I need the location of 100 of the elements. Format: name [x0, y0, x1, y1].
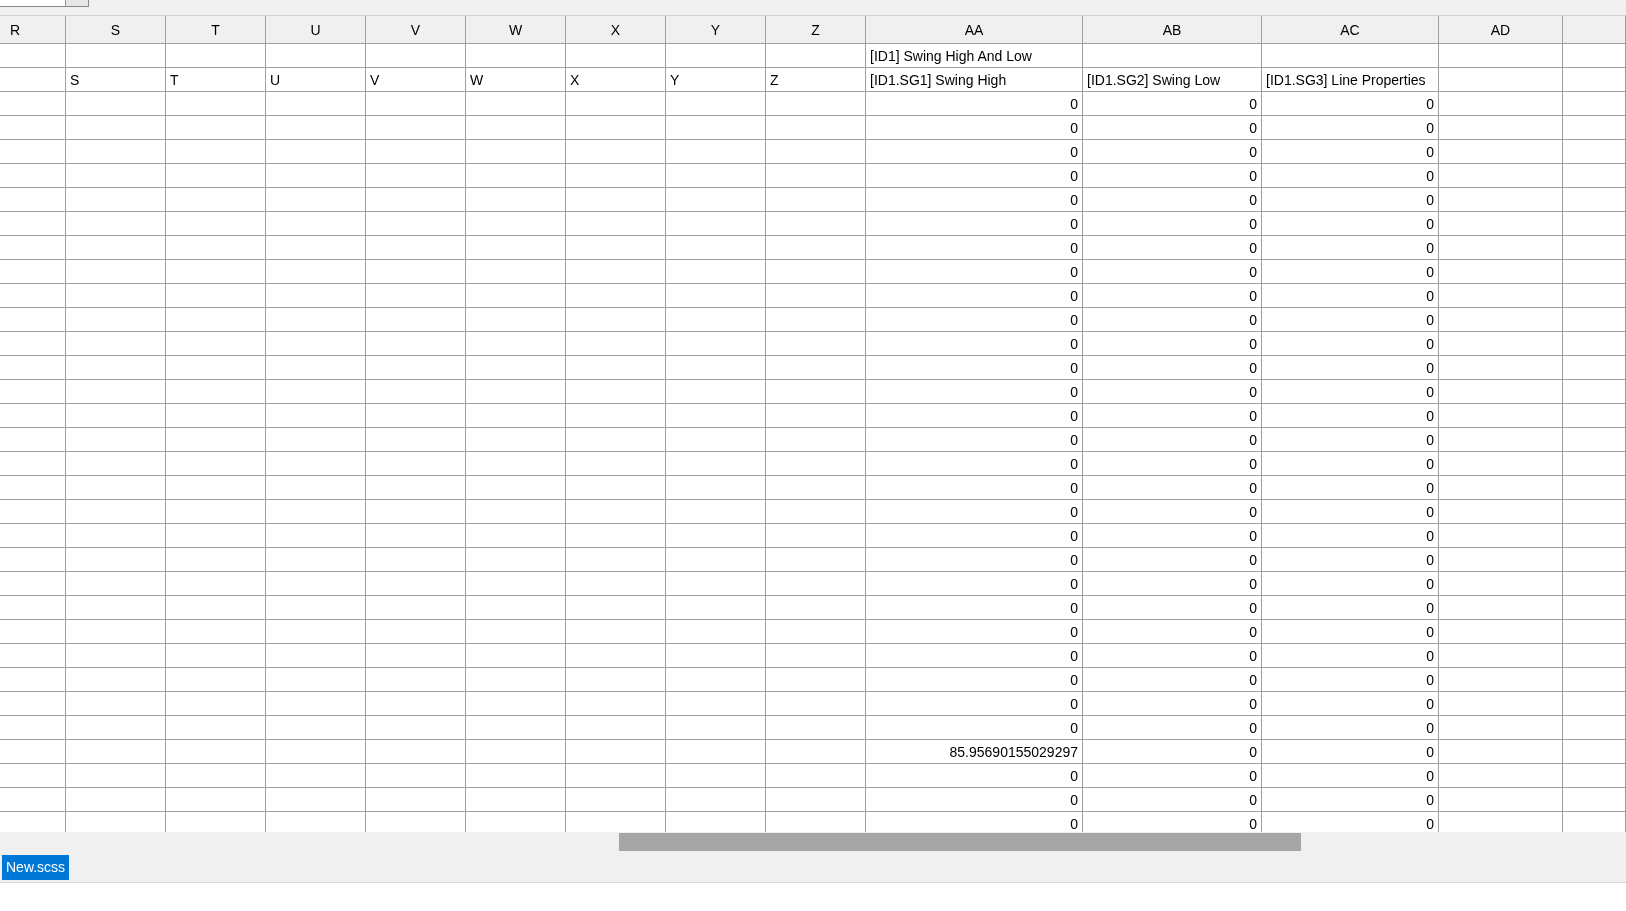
table-cell [1563, 452, 1626, 476]
table-cell: 0 [1262, 284, 1439, 308]
table-cell: 0 [866, 356, 1083, 380]
table-cell [1563, 308, 1626, 332]
table-cell [0, 692, 66, 716]
table-cell: [ID1.SG1] Swing High [866, 68, 1083, 92]
table-cell: 0 [1262, 236, 1439, 260]
table-cell [0, 140, 66, 164]
table-cell [1563, 788, 1626, 812]
table-cell: 0 [1262, 140, 1439, 164]
table-cell: 0 [866, 164, 1083, 188]
table-cell: 0 [866, 284, 1083, 308]
table-cell: 0 [1083, 188, 1262, 212]
sheet-tab[interactable]: New.scss [2, 854, 70, 880]
table-cell: 0 [1262, 476, 1439, 500]
column-header[interactable]: Z [766, 16, 866, 44]
dropdown-button[interactable] [65, 0, 88, 6]
table-cell: 0 [1262, 308, 1439, 332]
table-cell: [ID1] Swing High And Low [866, 44, 1083, 68]
table-cell: 0 [866, 428, 1083, 452]
table-cell [1563, 212, 1626, 236]
table-cell [0, 764, 66, 788]
table-cell: 0 [1083, 644, 1262, 668]
column-header[interactable]: AD [1439, 16, 1563, 44]
column-header[interactable] [1563, 16, 1626, 44]
table-cell: 0 [1262, 260, 1439, 284]
table-cell: 0 [1083, 380, 1262, 404]
table-cell: 0 [1083, 572, 1262, 596]
table-cell [1563, 356, 1626, 380]
scrollbar-thumb[interactable] [619, 833, 1301, 851]
table-cell [0, 188, 66, 212]
table-cell [0, 524, 66, 548]
table-cell [0, 332, 66, 356]
table-cell [1563, 548, 1626, 572]
table-cell [1563, 740, 1626, 764]
table-cell: 0 [1083, 356, 1262, 380]
table-cell: 0 [1262, 764, 1439, 788]
column-header[interactable]: Y [666, 16, 766, 44]
table-cell: 0 [1083, 308, 1262, 332]
table-cell: 0 [1083, 260, 1262, 284]
table-cell: 0 [866, 716, 1083, 740]
table-cell [1563, 140, 1626, 164]
table-cell: 0 [866, 668, 1083, 692]
table-cell: 0 [1083, 524, 1262, 548]
table-cell: 0 [866, 452, 1083, 476]
table-cell [1563, 644, 1626, 668]
column-header[interactable]: T [166, 16, 266, 44]
column-header[interactable]: AC [1262, 16, 1439, 44]
name-box[interactable] [0, 0, 89, 7]
table-cell: 0 [1083, 404, 1262, 428]
table-cell: 0 [866, 572, 1083, 596]
column-header[interactable]: AA [866, 16, 1083, 44]
table-cell: 0 [1083, 716, 1262, 740]
table-cell [0, 740, 66, 764]
table-cell: 0 [866, 212, 1083, 236]
table-cell: T [166, 68, 266, 92]
table-cell: 0 [1262, 188, 1439, 212]
table-cell: 0 [1083, 500, 1262, 524]
table-cell: 0 [1262, 164, 1439, 188]
table-cell [0, 404, 66, 428]
table-cell: 0 [866, 260, 1083, 284]
table-cell [0, 716, 66, 740]
table-cell [1563, 332, 1626, 356]
table-cell: 0 [1083, 668, 1262, 692]
column-header[interactable]: S [66, 16, 166, 44]
table-cell: 0 [866, 188, 1083, 212]
table-cell: 0 [1262, 644, 1439, 668]
table-cell [1563, 164, 1626, 188]
table-cell: [ID1.SG3] Line Properties [1262, 68, 1439, 92]
table-cell: 0 [1262, 692, 1439, 716]
table-cell: 0 [1083, 116, 1262, 140]
table-cell [0, 236, 66, 260]
table-cell: 0 [866, 524, 1083, 548]
column-header[interactable]: R [0, 16, 66, 44]
table-cell: 0 [1262, 620, 1439, 644]
table-cell: 0 [1262, 500, 1439, 524]
table-cell: 0 [866, 332, 1083, 356]
table-cell: V [366, 68, 466, 92]
table-cell: 0 [1262, 92, 1439, 116]
column-header[interactable]: W [466, 16, 566, 44]
table-cell: 0 [1262, 596, 1439, 620]
column-header[interactable]: U [266, 16, 366, 44]
table-cell: 0 [1083, 164, 1262, 188]
table-cell [0, 572, 66, 596]
table-cell: 0 [1083, 476, 1262, 500]
table-cell [1563, 236, 1626, 260]
table-cell: 0 [866, 308, 1083, 332]
column-header[interactable]: AB [1083, 16, 1262, 44]
table-cell: 0 [1083, 788, 1262, 812]
table-cell: 0 [866, 404, 1083, 428]
table-cell [1563, 596, 1626, 620]
column-header[interactable]: X [566, 16, 666, 44]
table-cell [0, 500, 66, 524]
table-cell [0, 44, 66, 68]
table-cell [1563, 92, 1626, 116]
table-cell: 0 [866, 92, 1083, 116]
table-cell [0, 548, 66, 572]
horizontal-scrollbar[interactable] [0, 832, 1626, 852]
table-cell: 0 [1083, 548, 1262, 572]
column-header[interactable]: V [366, 16, 466, 44]
